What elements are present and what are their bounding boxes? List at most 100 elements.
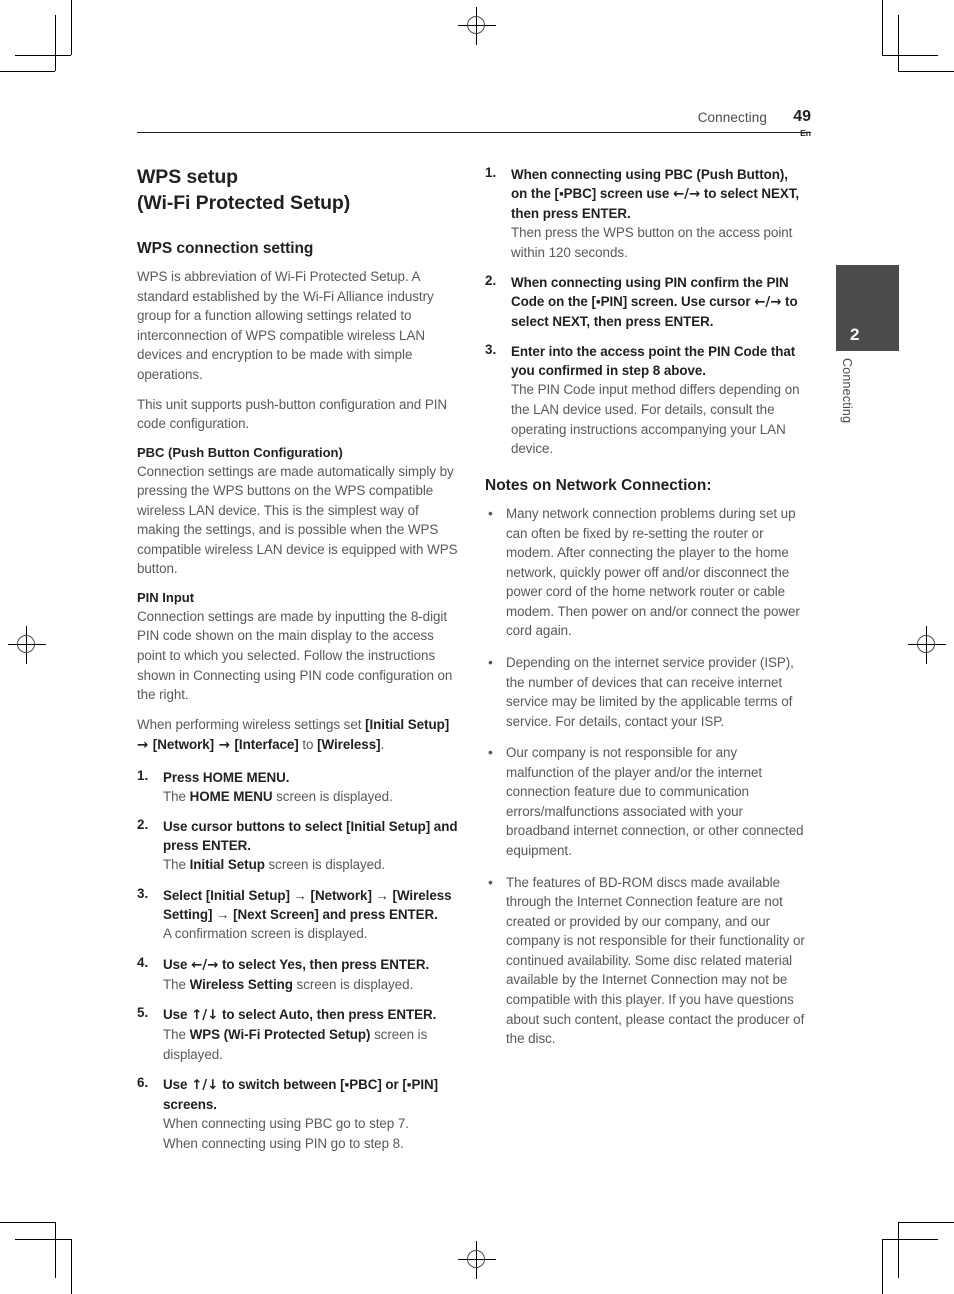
crop-mark-top-right-inner-horizontal [882,55,938,56]
cursor-up-down-icon: ↑/↓ [191,1008,219,1024]
step-2-note-prefix: The [163,857,190,873]
step-3-instruction: Select [Initial Setup] → [Network] → [Wi… [163,888,452,923]
wireless-path-suffix: . [380,737,385,753]
list-item: Our company is not responsible for any m… [485,742,806,860]
subheading-pbc: PBC (Push Button Configuration) [137,444,343,460]
list-item: The features of BD-ROM discs made availa… [485,872,806,1049]
step-7: When connecting using PBC (Push Button),… [485,165,806,262]
crop-mark-top-right-vertical [882,0,883,55]
document-page: Connecting 49 En 2 Connecting WPS setup … [0,0,954,1294]
crop-mark-bottom-left-inner-horizontal [15,1239,71,1240]
step-4-instruction: Use ←/→ to select Yes, then press ENTER. [163,955,458,975]
paragraph-pbc: Connection settings are made automatical… [137,463,458,577]
crop-mark-bottom-right-vertical [882,1239,883,1294]
left-column: WPS setup (Wi-Fi Protected Setup) WPS co… [137,165,458,1165]
step-1-note: The HOME MENU screen is displayed. [163,787,458,807]
page-title-line2: (Wi-Fi Protected Setup) [137,191,351,214]
step-1: Press HOME MENU. The HOME MENU screen is… [137,768,458,807]
crop-mark-top-left-inner-vertical [55,15,56,71]
subheading-pin-input: PIN Input [137,589,195,605]
wireless-path-initial-setup: [Initial Setup] [365,716,450,732]
paragraph-unit-supports: This unit supports push-button configura… [137,396,448,432]
crop-mark-bottom-right-inner-horizontal [882,1239,938,1240]
step-7-note: Then press the WPS button on the access … [511,225,793,260]
right-column: When connecting using PBC (Push Button),… [485,165,806,1061]
chapter-tab-number: 2 [850,325,860,344]
step-9: Enter into the access point the PIN Code… [485,342,806,458]
crop-mark-top-right-inner-vertical [898,15,899,71]
cursor-up-down-icon: ↑/↓ [191,1078,219,1094]
crop-mark-bottom-left-inner-vertical [55,1222,56,1278]
step-2-instruction: Use cursor buttons to select [Initial Se… [163,819,458,854]
crop-mark-bottom-right-horizontal [898,1222,954,1223]
step-5-note-prefix: The [163,1027,190,1043]
step-2: Use cursor buttons to select [Initial Se… [137,817,458,875]
step-1-instruction: Press HOME MENU. [163,768,458,787]
crop-mark-top-left-vertical [71,0,72,55]
step-4-lead-suffix: to select Yes, then press ENTER. [218,956,430,972]
section-title-wps-connection-setting: WPS connection setting [137,239,314,257]
step-8-lead-part1: When connecting using PIN confirm the PI… [511,275,789,310]
step-6-note-line2: When connecting using PIN go to step 8. [163,1136,404,1152]
arrow-right-icon: → [214,738,235,754]
wireless-path-wireless: [Wireless] [317,737,381,753]
crop-mark-top-left-inner-horizontal [15,55,71,56]
step-6-instruction: Use ↑/↓ to switch between [▪PBC] or [▪PI… [163,1075,458,1114]
arrow-right-icon: → [137,738,153,754]
page-title-line1: WPS setup [137,166,238,188]
list-item: Depending on the internet service provid… [485,652,806,731]
step-1-note-prefix: The [163,788,190,804]
step-9-instruction: Enter into the access point the PIN Code… [511,344,796,379]
step-7-instruction: When connecting using PBC (Push Button),… [511,165,806,223]
page-number: 49 [793,108,811,125]
cursor-left-right-icon: ←/→ [673,187,701,203]
registration-mark-bottom [458,1241,496,1279]
paragraph-pin-input: Connection settings are made by inputtin… [137,608,453,703]
step-1-lead-suffix: . [285,769,290,785]
cursor-left-right-icon: ←/→ [754,295,782,311]
step-5-lead-prefix: Use [163,1007,192,1023]
header-chapter-name: Connecting [697,110,767,125]
step-6-note-line1: When connecting using PBC go to step 7. [163,1116,409,1132]
cursor-left-right-icon: ←/→ [191,957,219,973]
step-4-note-prefix: The [163,976,190,992]
step-4: Use ←/→ to select Yes, then press ENTER.… [137,955,458,995]
step-1-lead-prefix: Press [163,769,203,785]
crop-mark-bottom-left-vertical [71,1239,72,1294]
step-5-note: The WPS (Wi-Fi Protected Setup) screen i… [163,1025,458,1064]
step-4-lead-prefix: Use [163,956,192,972]
numbered-steps-left: Press HOME MENU. The HOME MENU screen is… [137,768,458,1154]
step-4-note: The Wireless Setting screen is displayed… [163,975,458,995]
step-5-lead-suffix: to select Auto, then press ENTER. [218,1007,437,1023]
step-8-instruction: When connecting using PIN confirm the PI… [511,273,806,331]
paragraph-wireless-settings-path: When performing wireless settings set [I… [137,715,458,756]
wireless-path-prefix: When performing wireless settings set [137,716,366,732]
step-2-note: The Initial Setup screen is displayed. [163,855,458,875]
language-code: En [800,128,811,138]
wireless-path-interface: [Interface] [234,737,299,753]
step-1-note-suffix: screen is displayed. [272,788,393,804]
header-divider [137,132,811,133]
step-4-note-suffix: screen is displayed. [292,976,414,992]
notes-section-title: Notes on Network Connection: [485,476,712,494]
step-8: When connecting using PIN confirm the PI… [485,273,806,331]
crop-mark-bottom-right-inner-vertical [898,1222,899,1278]
registration-mark-right [908,626,946,664]
step-6-lead-prefix: Use [163,1077,192,1093]
registration-mark-left [8,626,46,664]
step-4-note-screen-name: Wireless Setting [189,976,293,992]
step-3: Select [Initial Setup] → [Network] → [Wi… [137,886,458,944]
step-3-note: A confirmation screen is displayed. [163,926,368,942]
registration-mark-top [458,7,496,45]
step-1-note-screen-name: HOME MENU [189,788,273,804]
crop-mark-top-right-horizontal [898,71,954,72]
step-6: Use ↑/↓ to switch between [▪PBC] or [▪PI… [137,1075,458,1153]
list-item: Many network connection problems during … [485,503,806,641]
step-9-note: The PIN Code input method differs depend… [511,382,800,457]
chapter-tab-label: Connecting [840,358,854,424]
crop-mark-bottom-left-horizontal [0,1222,55,1223]
step-2-note-screen-name: Initial Setup [189,857,265,873]
page-title: WPS setup (Wi-Fi Protected Setup) [137,165,458,217]
step-5-instruction: Use ↑/↓ to select Auto, then press ENTER… [163,1005,458,1025]
numbered-steps-right: When connecting using PBC (Push Button),… [485,165,806,459]
